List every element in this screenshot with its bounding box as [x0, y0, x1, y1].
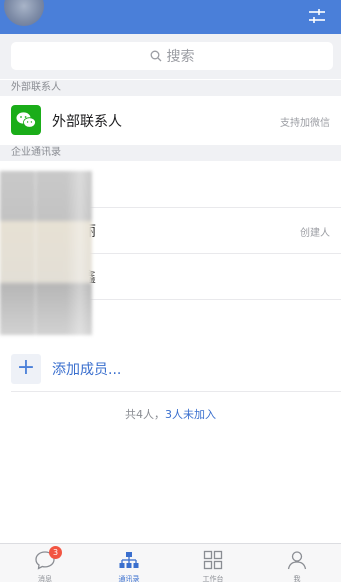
contacts-screen: 搜索 外部联系人 外部联系人 支持加微信 企业通讯录 丽 创建人 鑫 [0, 0, 341, 582]
enterprise-section-header: 企业通讯录 [0, 145, 341, 161]
add-member-label: 添加成员... [52, 362, 122, 378]
org-chart-icon [119, 552, 139, 568]
add-member-button[interactable]: + 添加成员... [0, 344, 341, 392]
member-total: 共4人， [125, 408, 165, 421]
tab-contacts[interactable]: 通讯录 [99, 544, 159, 582]
not-joined-link[interactable]: 3人未加入 [165, 408, 216, 421]
external-contacts-row[interactable]: 外部联系人 支持加微信 [0, 96, 341, 145]
member-summary: 共4人，3人未加入 [0, 406, 341, 422]
external-contacts-label: 外部联系人 [52, 114, 122, 130]
avatar[interactable] [4, 0, 44, 26]
top-bar [0, 0, 341, 34]
tab-me[interactable]: 我 [267, 544, 327, 582]
search-area: 搜索 [0, 34, 341, 79]
tab-workbench[interactable]: 工作台 [183, 544, 243, 582]
tab-label: 我 [293, 575, 301, 582]
tab-messages[interactable]: 3 消息 [15, 544, 75, 582]
settings-sliders-icon[interactable] [307, 7, 327, 25]
grid-icon [203, 550, 223, 570]
tab-label: 工作台 [202, 575, 224, 582]
unread-badge: 3 [49, 546, 62, 559]
search-placeholder: 搜索 [166, 49, 195, 65]
person-icon [287, 551, 307, 570]
member-role-badge: 创建人 [300, 228, 330, 239]
external-section-header: 外部联系人 [0, 80, 341, 96]
wechat-icon [11, 105, 41, 135]
wechat-support-hint: 支持加微信 [280, 118, 330, 129]
tab-label: 通讯录 [118, 575, 140, 582]
search-icon [150, 50, 161, 62]
search-input[interactable]: 搜索 [11, 42, 333, 70]
plus-icon: + [11, 354, 41, 384]
redacted-avatars [0, 171, 92, 335]
bottom-tab-bar: 3 消息 通讯录 工作台 我 [0, 543, 341, 582]
tab-label: 消息 [38, 575, 52, 582]
